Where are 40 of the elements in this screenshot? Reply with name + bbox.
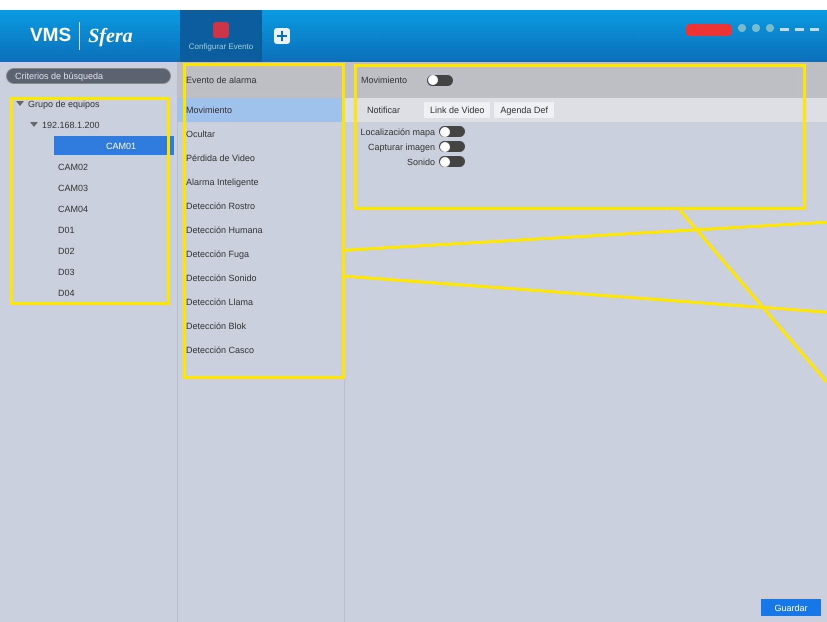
option-label: Sonido [406, 156, 435, 166]
event-item[interactable]: Detección Sonido [178, 266, 344, 290]
tree-item[interactable]: Grupo de equipos [6, 94, 171, 113]
search-field[interactable]: Criterios de búsqueda [6, 68, 171, 84]
enable-label: Movimiento [361, 75, 408, 85]
tree-item[interactable]: CAM03 [6, 178, 171, 197]
event-item[interactable]: Detección Llama [178, 290, 344, 314]
save-button[interactable]: Guardar [761, 599, 821, 616]
logo-text: Sfera [88, 24, 133, 48]
logo-text: VMS [30, 25, 72, 47]
tree-item[interactable]: CAM01 [54, 136, 174, 155]
event-item[interactable]: Pérdida de Video [178, 146, 344, 170]
tab[interactable]: Link de Video [424, 102, 490, 118]
tree-item[interactable]: CAM02 [6, 157, 171, 176]
event-item[interactable]: Movimiento [178, 98, 344, 122]
top-tab[interactable]: Configurar Evento [180, 10, 262, 62]
tree-item[interactable]: CAM04 [6, 199, 171, 218]
tab[interactable]: Agenda Def [494, 102, 554, 118]
alarm-badge[interactable] [686, 24, 732, 36]
event-item[interactable]: Detección Rostro [178, 194, 344, 218]
event-item[interactable]: Ocultar [178, 122, 344, 146]
plus-icon [274, 28, 290, 44]
option-toggle[interactable] [439, 126, 465, 137]
event-item[interactable]: Alarma Inteligente [178, 170, 344, 194]
option-toggle[interactable] [439, 141, 465, 152]
tree-item[interactable]: D01 [6, 220, 171, 239]
option-label: Capturar imagen [368, 142, 435, 152]
tab[interactable]: Notificar [361, 102, 406, 118]
tree-item[interactable]: D02 [6, 241, 171, 260]
event-item[interactable]: Detección Casco [178, 338, 344, 362]
minimize-icon[interactable] [780, 28, 789, 31]
tree-item[interactable]: D04 [6, 283, 171, 302]
event-item[interactable]: Detección Fuga [178, 242, 344, 266]
option-label: Localización mapa [360, 126, 435, 136]
enable-toggle[interactable] [427, 74, 454, 86]
tree-item[interactable]: 192.168.1.200 [6, 115, 171, 134]
tree-item[interactable]: D03 [6, 262, 171, 281]
option-toggle[interactable] [439, 156, 465, 167]
event-item[interactable]: Detección Blok [178, 314, 344, 338]
event-item[interactable]: Detección Humana [178, 218, 344, 242]
